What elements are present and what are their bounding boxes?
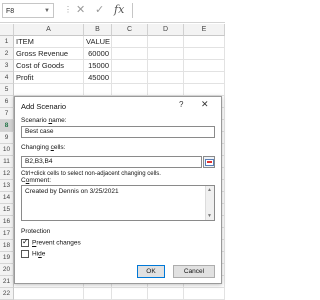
insert-function-icon[interactable]: fx xyxy=(114,2,124,18)
ok-button[interactable]: OK xyxy=(137,265,165,278)
column-header-c[interactable]: C xyxy=(112,24,148,36)
cell[interactable] xyxy=(184,288,225,300)
name-box-value: F8 xyxy=(6,8,15,15)
comment-label: Comment: xyxy=(21,177,51,184)
row-header-15[interactable]: 15 xyxy=(0,204,14,216)
cell-a3[interactable]: Cost of Goods xyxy=(14,60,84,72)
row-header-3[interactable]: 3 xyxy=(0,60,14,72)
chevron-down-icon[interactable]: ▼ xyxy=(44,4,50,19)
cell[interactable] xyxy=(148,84,184,96)
row-header-18[interactable]: 18 xyxy=(0,240,14,252)
row-header-7[interactable]: 7 xyxy=(0,108,14,120)
cell-a1[interactable]: ITEM xyxy=(14,36,84,48)
select-all-corner[interactable] xyxy=(0,24,14,36)
cell[interactable] xyxy=(84,288,112,300)
row-header-16[interactable]: 16 xyxy=(0,216,14,228)
cell-a4[interactable]: Profit xyxy=(14,72,84,84)
prevent-changes-checkbox[interactable]: ✓ xyxy=(21,237,29,247)
scroll-down-icon[interactable]: ▼ xyxy=(207,213,212,219)
row-header-2[interactable]: 2 xyxy=(0,48,14,60)
scenario-name-label: Scenario name: xyxy=(21,117,67,124)
range-select-icon xyxy=(205,159,214,166)
row-header-6[interactable]: 6 xyxy=(0,96,14,108)
cell[interactable] xyxy=(14,84,84,96)
row-header-21[interactable]: 21 xyxy=(0,276,14,288)
cell-b2[interactable]: 60000 xyxy=(84,48,112,60)
row-header-20[interactable]: 20 xyxy=(0,264,14,276)
enter-check-icon[interactable]: ✓ xyxy=(95,2,104,18)
cancel-button[interactable]: Cancel xyxy=(173,265,215,278)
row-header-4[interactable]: 4 xyxy=(0,72,14,84)
row-header-19[interactable]: 19 xyxy=(0,252,14,264)
protection-label: Protection xyxy=(21,228,51,235)
close-icon[interactable]: ✕ xyxy=(201,99,209,110)
cell[interactable] xyxy=(184,72,225,84)
column-header-d[interactable]: D xyxy=(148,24,184,36)
help-icon[interactable]: ? xyxy=(179,100,183,109)
cell[interactable] xyxy=(112,36,148,48)
comment-text: Created by Dennis on 3/25/2021 xyxy=(25,188,119,195)
scenario-name-input[interactable]: Best case xyxy=(21,126,215,138)
cell[interactable] xyxy=(148,36,184,48)
row-header-17[interactable]: 17 xyxy=(0,228,14,240)
changing-cells-label: Changing cells: xyxy=(21,144,66,151)
cell[interactable] xyxy=(84,84,112,96)
cell[interactable] xyxy=(184,36,225,48)
cell[interactable] xyxy=(184,84,225,96)
row-header-1[interactable]: 1 xyxy=(0,36,14,48)
name-box[interactable]: F8 ▼ xyxy=(2,3,54,18)
cell[interactable] xyxy=(148,48,184,60)
prevent-changes-label: Prevent changes xyxy=(32,239,81,247)
comment-scrollbar[interactable]: ▲ ▼ xyxy=(205,186,214,220)
cell[interactable] xyxy=(112,60,148,72)
cell[interactable] xyxy=(112,288,148,300)
cell[interactable] xyxy=(148,60,184,72)
cell[interactable] xyxy=(112,48,148,60)
row-header-8[interactable]: 8 xyxy=(0,120,14,132)
changing-cells-input[interactable]: B2,B3,B4 xyxy=(21,156,202,168)
row-header-12[interactable]: 12 xyxy=(0,168,14,180)
hide-checkbox[interactable] xyxy=(21,250,29,258)
row-header-5[interactable]: 5 xyxy=(0,84,14,96)
formula-bar: F8 ▼ ⋮ ✕ ✓ fx xyxy=(0,0,225,23)
row-header-11[interactable]: 11 xyxy=(0,156,14,168)
add-scenario-dialog: Add Scenario ? ✕ Scenario name: Best cas… xyxy=(14,96,222,284)
hide-option[interactable]: Hide xyxy=(21,250,45,258)
cell-b4[interactable]: 45000 xyxy=(84,72,112,84)
row-header-9[interactable]: 9 xyxy=(0,132,14,144)
comment-textarea[interactable]: Created by Dennis on 3/25/2021 ▲ ▼ xyxy=(21,185,215,221)
cell[interactable] xyxy=(184,60,225,72)
column-header-e[interactable]: E xyxy=(184,24,225,36)
cell-b1[interactable]: VALUE xyxy=(84,36,112,48)
hide-label: Hide xyxy=(32,250,46,258)
prevent-changes-option[interactable]: ✓ Prevent changes xyxy=(21,237,81,247)
cell[interactable] xyxy=(148,288,184,300)
cell[interactable] xyxy=(14,288,84,300)
cell[interactable] xyxy=(148,72,184,84)
column-header-a[interactable]: A xyxy=(14,24,84,36)
drag-handle-icon[interactable]: ⋮ xyxy=(64,5,72,14)
row-header-13[interactable]: 13 xyxy=(0,180,14,192)
cell-a2[interactable]: Gross Revenue xyxy=(14,48,84,60)
column-header-b[interactable]: B xyxy=(84,24,112,36)
row-header-10[interactable]: 10 xyxy=(0,144,14,156)
cancel-icon[interactable]: ✕ xyxy=(76,2,85,18)
checkmark-icon: ✓ xyxy=(22,237,29,246)
row-header-22[interactable]: 22 xyxy=(0,288,14,300)
cell[interactable] xyxy=(184,48,225,60)
cell-b3[interactable]: 15000 xyxy=(84,60,112,72)
range-select-button[interactable] xyxy=(203,156,215,168)
cell[interactable] xyxy=(112,84,148,96)
formula-input[interactable] xyxy=(132,3,225,18)
cell[interactable] xyxy=(112,72,148,84)
dialog-title: Add Scenario xyxy=(21,102,67,111)
scroll-up-icon[interactable]: ▲ xyxy=(207,187,212,193)
row-header-14[interactable]: 14 xyxy=(0,192,14,204)
